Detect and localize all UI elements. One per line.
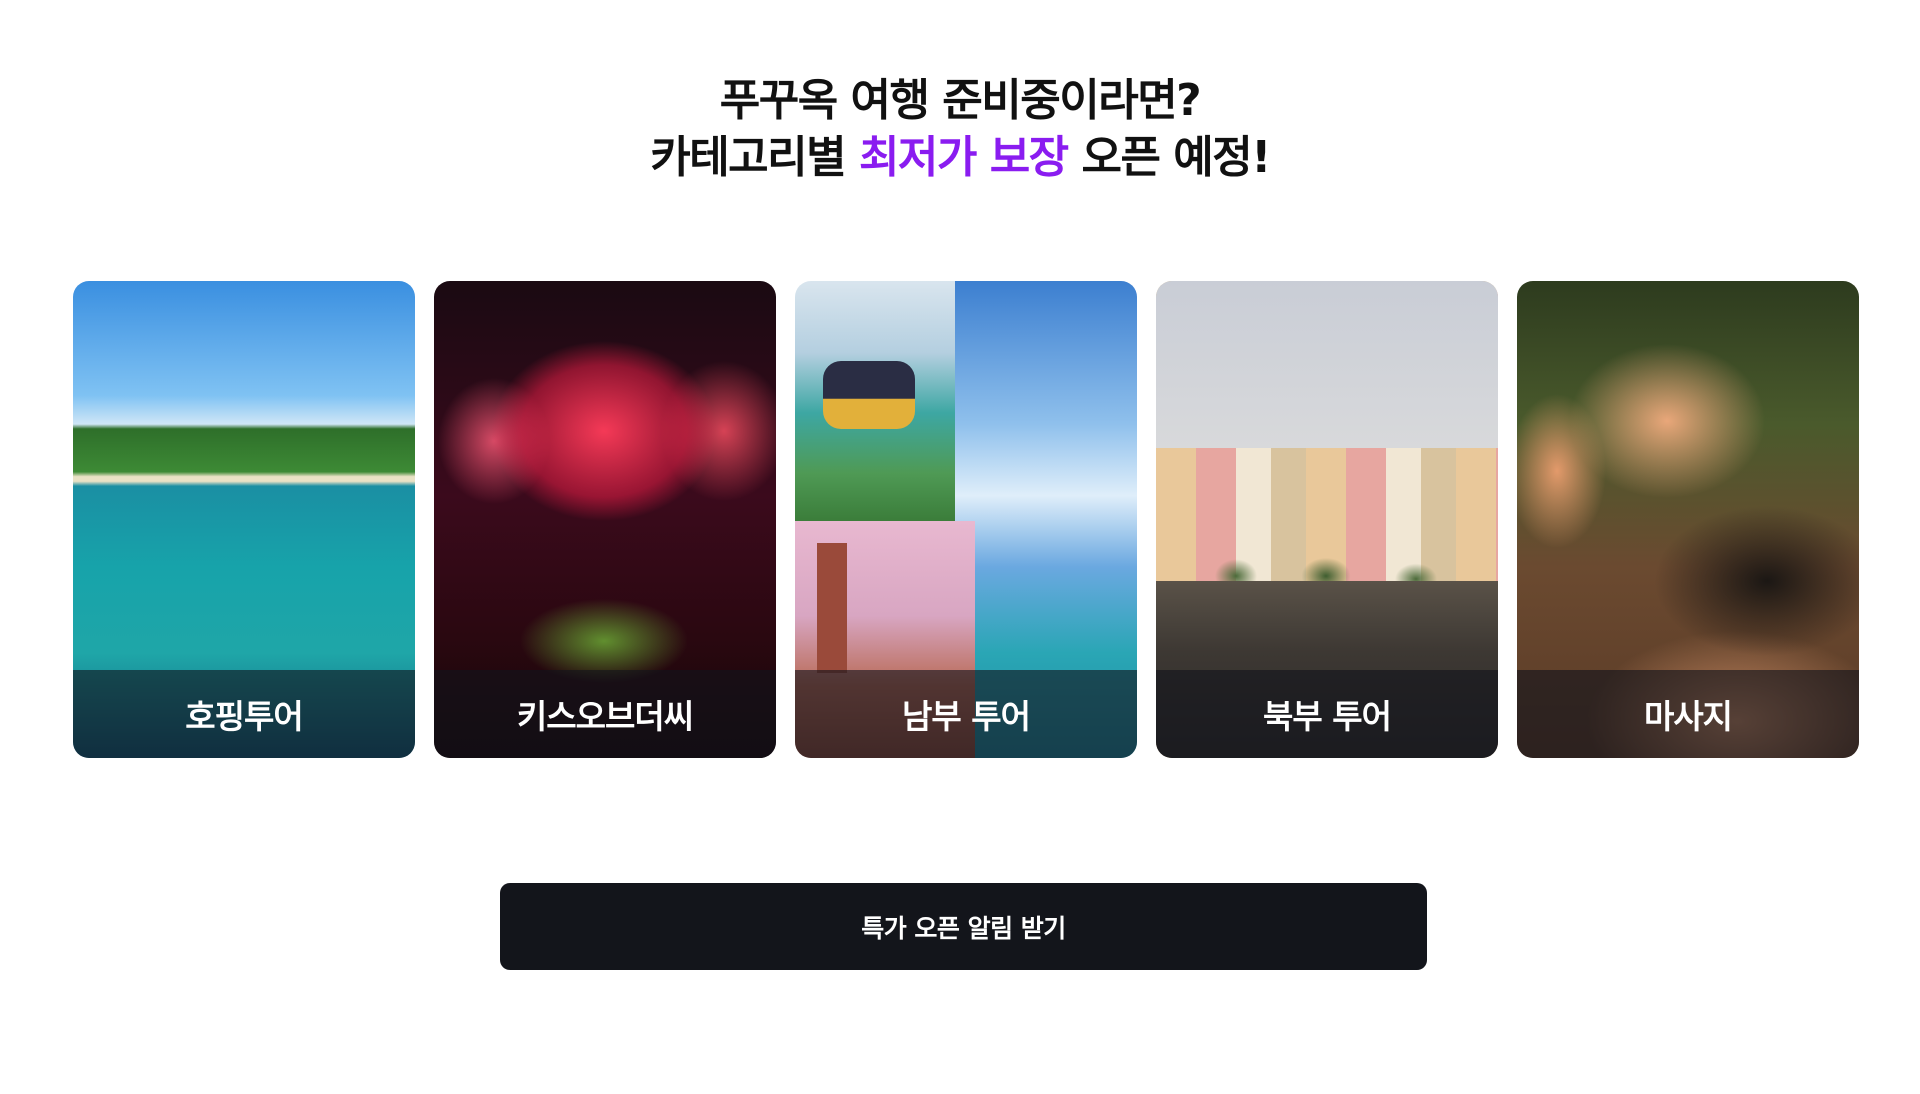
headline-line-1: 푸꾸옥 여행 준비중이라면? (719, 75, 1202, 126)
category-card-label: 호핑투어 (73, 670, 415, 758)
category-card-south-tour[interactable]: 남부 투어 (795, 281, 1137, 758)
clock-tower-shape (817, 543, 847, 673)
category-card-north-tour[interactable]: 북부 투어 (1156, 281, 1498, 758)
category-card-label: 마사지 (1517, 670, 1859, 758)
category-card-label: 남부 투어 (795, 670, 1137, 758)
headline: 푸꾸옥 여행 준비중이라면? 카테고리별 최저가 보장 오픈 예정! (0, 72, 1920, 186)
category-card-massage[interactable]: 마사지 (1517, 281, 1859, 758)
page: 푸꾸옥 여행 준비중이라면? 카테고리별 최저가 보장 오픈 예정! 호핑투어 … (0, 0, 1920, 1094)
category-card-hopping-tour[interactable]: 호핑투어 (73, 281, 415, 758)
category-cards: 호핑투어 키스오브더씨 남부 투어 북부 투어 마사지 (73, 281, 1859, 758)
headline-line-2-suffix: 오픈 예정! (1067, 132, 1271, 183)
headline-line-2: 카테고리별 최저가 보장 오픈 예정! (0, 129, 1920, 186)
cable-car-gondola-shape (823, 361, 915, 429)
category-card-label: 북부 투어 (1156, 670, 1498, 758)
headline-line-2-prefix: 카테고리별 (650, 132, 859, 183)
category-card-kiss-of-the-sea[interactable]: 키스오브더씨 (434, 281, 776, 758)
category-card-label: 키스오브더씨 (434, 670, 776, 758)
headline-accent: 최저가 보장 (858, 132, 1069, 183)
sale-open-notification-button[interactable]: 특가 오픈 알림 받기 (500, 883, 1427, 970)
